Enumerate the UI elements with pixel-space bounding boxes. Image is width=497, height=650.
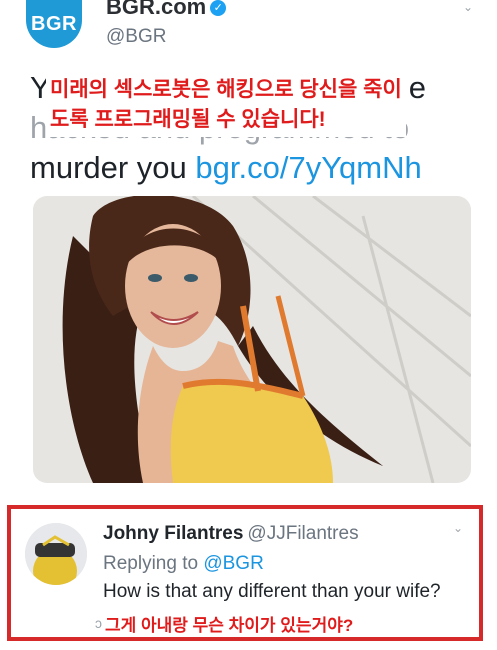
chevron-down-icon[interactable]: ⌄ (463, 0, 475, 14)
replying-prefix: Replying to (103, 553, 204, 574)
reply-highlight-box: Johny Filantres @JJFilantres ⌄ Replying t… (7, 505, 483, 641)
replying-to-link[interactable]: @BGR (203, 553, 263, 574)
author-name-text: BGR.com (106, 0, 207, 19)
reply-text: How is that any different than your wife… (103, 581, 441, 602)
tweet-author-name[interactable]: BGR.com ✓ (106, 0, 227, 20)
avatar-logo-text: BGR (31, 12, 77, 35)
reply-author-name: Johny Filantres (103, 523, 244, 544)
reply-avatar-illustration (25, 523, 87, 585)
tweet-text-fragment: murder you (30, 150, 196, 185)
reply-author-handle: @JJFilantres (247, 523, 359, 544)
reply-korean-translation: 그게 아내랑 무슨 차이가 있는거야? (105, 616, 354, 635)
tweet-text-fragment-end: e (408, 70, 426, 105)
verified-badge-icon: ✓ (210, 0, 227, 17)
bgr-avatar[interactable]: BGR (26, 0, 82, 48)
tweet-card: BGR BGR.com✓ @BGR ⌄ Ye hacked and progra… (0, 0, 497, 500)
small-mark: ↄ (95, 615, 102, 631)
tweet-author-handle[interactable]: @BGR (106, 26, 166, 48)
tweet-photo[interactable] (33, 196, 471, 483)
replying-to-line: Replying to @BGR (103, 553, 264, 575)
tweet-text-line-3: murder you bgr.co/7yYqmNh (30, 148, 470, 188)
reply-avatar[interactable] (25, 523, 87, 585)
korean-translation-overlay: 미래의 섹스로봇은 해킹으로 당신을 죽이도록 프로그래밍될 수 있습니다! (46, 73, 406, 137)
reply-author[interactable]: Johny Filantres @JJFilantres (103, 523, 359, 545)
tweet-link[interactable]: bgr.co/7yYqmNh (195, 150, 421, 185)
photo-illustration (33, 196, 471, 483)
chevron-down-icon[interactable]: ⌄ (453, 521, 463, 535)
